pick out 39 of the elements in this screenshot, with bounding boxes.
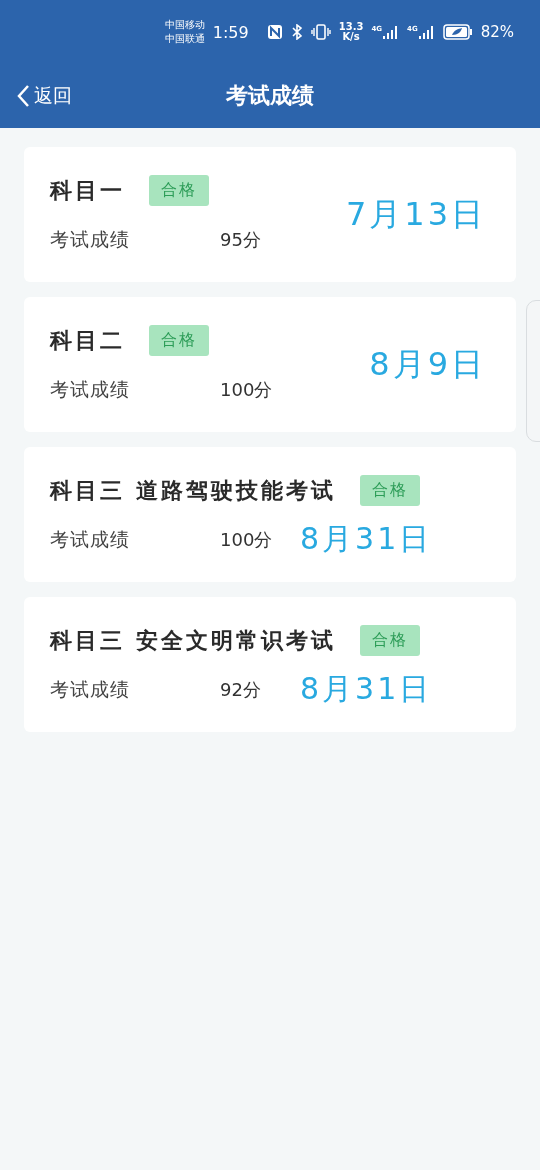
subject-name: 科目二 [50, 326, 125, 355]
score-label: 考试成绩 [50, 226, 131, 252]
battery-icon [442, 24, 473, 40]
carrier-name: 中国移动 [164, 18, 205, 32]
bluetooth-icon [290, 24, 303, 40]
back-button[interactable]: 返回 [0, 83, 72, 109]
pass-badge: 合格 [149, 325, 209, 356]
pass-badge: 合格 [359, 475, 420, 506]
net-speed: 13.3 [338, 22, 364, 32]
back-icon [16, 84, 30, 108]
carrier-name: 中国联通 [164, 32, 205, 46]
result-card[interactable]: 科目二 合格 考试成绩 100分 8月9日 [24, 297, 516, 432]
result-card[interactable]: 科目一 合格 考试成绩 95分 7月13日 [24, 147, 516, 282]
battery-percent: 82% [480, 23, 514, 41]
clock: 1:59 [212, 22, 249, 42]
pass-badge: 合格 [359, 625, 420, 656]
exam-date: 8月31日 [300, 670, 433, 708]
signal-icon [418, 25, 435, 39]
page-title: 考试成绩 [226, 83, 314, 108]
signal-icon [383, 25, 400, 39]
score-value: 100分 [220, 377, 273, 402]
pass-badge: 合格 [149, 175, 209, 206]
exam-date: 8月31日 [300, 520, 433, 558]
score-value: 100分 [220, 527, 274, 552]
score-label: 考试成绩 [50, 676, 131, 702]
score-value: 95分 [220, 227, 261, 252]
net-speed-unit: K/s [342, 32, 360, 42]
score-label: 考试成绩 [50, 376, 131, 402]
nfc-icon [266, 24, 283, 40]
vibrate-icon [310, 24, 331, 40]
score-label: 考试成绩 [50, 526, 131, 552]
score-value: 92分 [220, 677, 262, 702]
subject-name: 科目三 安全文明常识考试 [50, 626, 336, 655]
result-card[interactable]: 科目三 安全文明常识考试 合格 考试成绩 92分 8月31日 [24, 597, 516, 732]
exam-date: 7月13日 [345, 193, 486, 235]
result-card[interactable]: 科目三 道路驾驶技能考试 合格 考试成绩 100分 8月31日 [24, 447, 516, 582]
exam-date: 8月9日 [369, 343, 486, 385]
subject-name: 科目一 [50, 176, 125, 205]
subject-name: 科目三 道路驾驶技能考试 [50, 476, 336, 505]
